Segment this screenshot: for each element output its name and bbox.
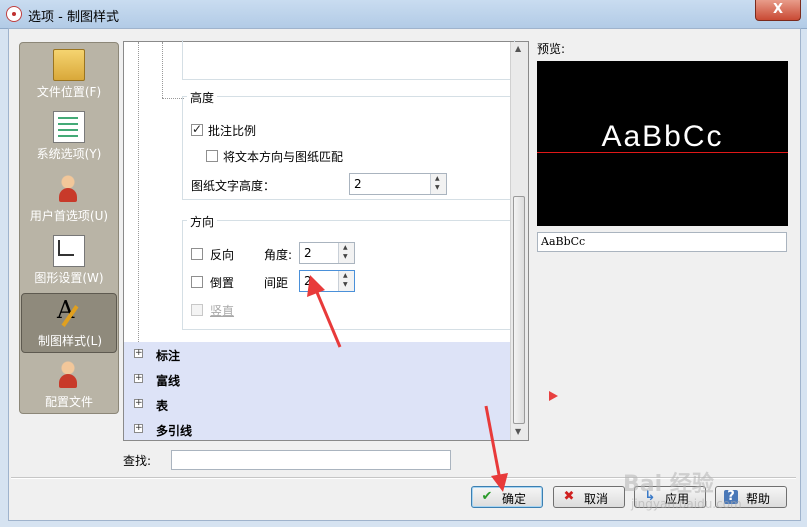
preview-sample-text: AaBbCc [601,120,724,153]
cancel-button-label: 取消 [584,492,609,506]
tree-guide [138,42,139,342]
tree-guide [162,42,163,98]
cancel-button[interactable]: ✖ 取消 [553,486,625,508]
annotation-scale-label: 批注比例 [208,124,257,138]
angle-label: 角度: [264,248,293,262]
find-input[interactable] [171,450,451,470]
category-table[interactable]: + 表 [124,392,511,417]
spacing-stepper[interactable]: 2 ▲ ▼ [299,270,355,292]
app-icon [6,6,22,22]
sheet-text-height-stepper[interactable]: 2 ▲ ▼ [349,173,447,195]
expand-icon[interactable]: + [134,349,143,358]
cross-icon: ✖ [563,489,575,504]
watermark-sub: jingyan.baidu.com [631,497,742,511]
reverse-label: 反向 [210,248,235,262]
graphics-icon [53,235,85,267]
category-label: 标注 [156,349,181,363]
upside-down-checkbox[interactable] [191,276,203,288]
nav-item-file-location[interactable]: 文件位置(F) [21,45,117,105]
direction-group: 方向 反向 角度: 2 ▲ ▼ 倒置 间距 2 ▲ ▼ 竖直 [182,213,515,330]
nav-item-label: 系统选项(Y) [36,147,102,161]
nav-item-label: 制图样式(L) [37,334,103,348]
match-text-orientation-checkbox[interactable] [206,150,218,162]
list-icon [53,111,85,143]
expand-icon[interactable]: + [134,399,143,408]
category-multileader[interactable]: + 多引线 [124,417,511,442]
vertical-scrollbar[interactable]: ▲ ▼ [510,42,528,440]
vertical-checkbox [191,304,203,316]
nav-item-label: 用户首选项(U) [29,209,109,223]
category-label: 富线 [156,374,181,388]
vertical-label: 竖直 [210,304,235,318]
stepper-buttons[interactable]: ▲ ▼ [430,174,446,194]
spacing-value: 2 [304,274,312,288]
help-button-label: 帮助 [746,492,771,506]
scroll-up-icon[interactable]: ▲ [515,44,521,53]
title-bar: 选项 - 制图样式 X [0,0,807,29]
category-label: 表 [156,399,169,413]
nav-item-graphics-settings[interactable]: 图形设置(W) [21,231,117,291]
spacing-label: 间距 [264,276,289,290]
preview-label: 预览: [537,42,566,56]
nav-item-drafting-style[interactable]: 制图样式(L) [21,293,117,353]
nav-item-system-options[interactable]: 系统选项(Y) [21,107,117,167]
ok-button[interactable]: ✔ 确定 [471,486,543,508]
nav-item-profiles[interactable]: 配置文件 [21,355,117,415]
profile-icon [53,359,83,389]
nav-item-user-preferences[interactable]: 用户首选项(U) [21,169,117,229]
dialog-client: 文件位置(F) 系统选项(Y) 用户首选项(U) 图形设置(W) 制图样式(L)… [8,28,801,521]
drafting-style-icon [54,296,84,328]
user-icon [53,173,83,203]
window-title: 选项 - 制图样式 [28,10,119,25]
angle-value: 2 [304,246,312,260]
preview-canvas: AaBbCc [537,61,788,226]
pointer-marker-icon [549,391,558,401]
tree-guide [162,98,184,99]
direction-group-title: 方向 [187,213,218,230]
sheet-text-height-value: 2 [354,177,362,191]
nav-item-label: 配置文件 [44,395,93,409]
upper-group [182,40,515,80]
category-rich-line[interactable]: + 富线 [124,367,511,392]
find-label: 查找: [123,454,152,468]
sheet-text-height-label: 图纸文字高度： [191,179,276,193]
folder-icon [53,49,85,81]
settings-panel: 高度 批注比例 将文本方向与图纸匹配 图纸文字高度： 2 ▲▼ 方向 反向 角度… [123,40,529,441]
options-nav: 文件位置(F) 系统选项(Y) 用户首选项(U) 图形设置(W) 制图样式(L)… [19,42,119,414]
category-dimension[interactable]: + 标注 [124,342,511,367]
height-group: 高度 批注比例 将文本方向与图纸匹配 图纸文字高度： 2 ▲▼ [182,89,515,200]
ok-button-label: 确定 [502,492,527,506]
category-label: 多引线 [156,424,193,438]
category-list: + 标注 + 富线 + 表 + 多引线 [124,342,511,440]
nav-item-label: 图形设置(W) [34,271,104,285]
close-button[interactable]: X [755,0,801,21]
angle-stepper[interactable]: 2 ▲ ▼ [299,242,355,264]
match-text-orientation-label: 将文本方向与图纸匹配 [223,150,344,164]
upside-down-label: 倒置 [210,276,235,290]
reverse-checkbox[interactable] [191,248,203,260]
preview-text-input[interactable]: AaBbCc [537,232,787,252]
expand-icon[interactable]: + [134,424,143,433]
check-icon: ✔ [481,489,493,504]
scroll-thumb[interactable] [513,196,525,424]
height-group-title: 高度 [187,89,218,106]
scroll-down-icon[interactable]: ▼ [515,427,521,436]
stepper-buttons[interactable]: ▲ ▼ [338,243,354,263]
expand-icon[interactable]: + [134,374,143,383]
stepper-buttons[interactable]: ▲ ▼ [338,271,354,291]
nav-item-label: 文件位置(F) [36,85,102,99]
annotation-scale-checkbox[interactable] [191,122,203,136]
watermark: Bai 经验 [623,472,714,497]
